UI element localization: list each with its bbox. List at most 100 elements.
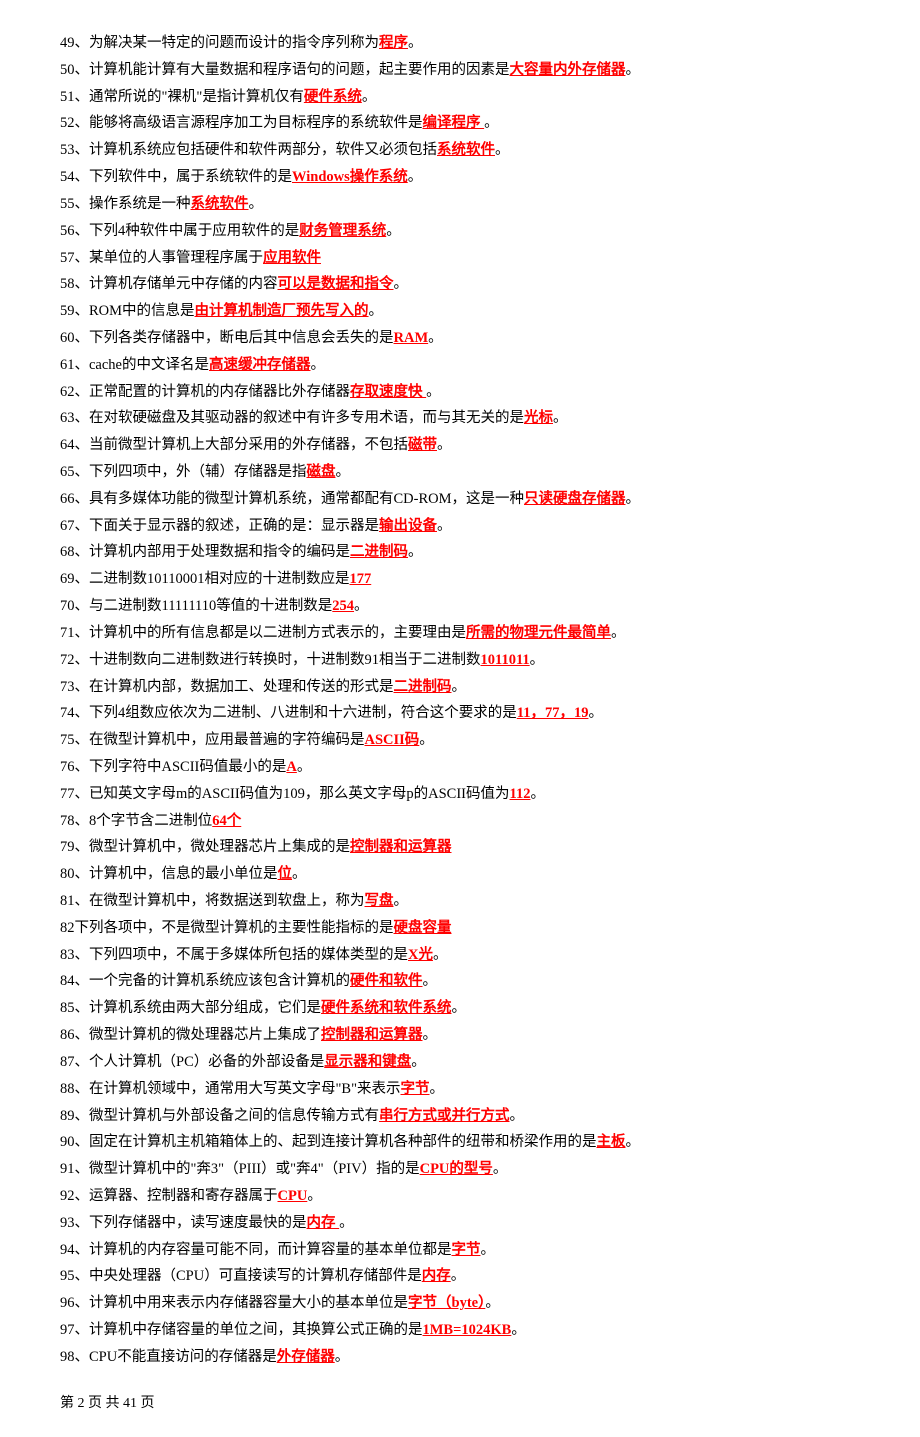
answer-text: A	[286, 759, 296, 775]
answer-text: 显示器和键盘	[324, 1054, 411, 1070]
question-suffix: 。	[394, 893, 409, 909]
question-item: 52、能够将高级语言源程序加工为目标程序的系统软件是编译程序 。	[60, 110, 860, 137]
question-list: 49、为解决某一特定的问题而设计的指令序列称为程序。50、计算机能计算有大量数据…	[60, 30, 860, 1371]
question-item: 61、cache的中文译名是高速缓冲存储器。	[60, 352, 860, 379]
answer-text: RAM	[394, 330, 429, 346]
answer-text: 串行方式或并行方式	[379, 1108, 510, 1124]
question-item: 90、固定在计算机主机箱箱体上的、起到连接计算机各种部件的纽带和桥梁作用的是主板…	[60, 1129, 860, 1156]
question-item: 68、计算机内部用于处理数据和指令的编码是二进制码。	[60, 539, 860, 566]
question-text: 71、计算机中的所有信息都是以二进制方式表示的，主要理由是	[60, 625, 466, 641]
question-suffix: 。	[495, 142, 510, 158]
question-text: 87、个人计算机（PC）必备的外部设备是	[60, 1054, 324, 1070]
answer-text: 字节（byte）	[408, 1295, 485, 1311]
question-suffix: 。	[493, 1161, 508, 1177]
question-item: 79、微型计算机中，微处理器芯片上集成的是控制器和运算器	[60, 834, 860, 861]
question-item: 67、下面关于显示器的叙述，正确的是：显示器是输出设备。	[60, 513, 860, 540]
question-suffix: 。	[484, 115, 499, 131]
question-suffix: 。	[369, 303, 384, 319]
question-text: 50、计算机能计算有大量数据和程序语句的问题，起主要作用的因素是	[60, 62, 510, 78]
question-text: 91、微型计算机中的"奔3"（PIII）或"奔4"（PIV）指的是	[60, 1161, 420, 1177]
question-text: 80、计算机中，信息的最小单位是	[60, 866, 278, 882]
answer-text: 硬件系统	[304, 89, 362, 105]
answer-text: 1011011	[481, 652, 530, 668]
answer-text: 控制器和运算器	[350, 839, 452, 855]
question-item: 51、通常所说的"裸机"是指计算机仅有硬件系统。	[60, 84, 860, 111]
question-item: 87、个人计算机（PC）必备的外部设备是显示器和键盘。	[60, 1049, 860, 1076]
question-text: 54、下列软件中，属于系统软件的是	[60, 169, 292, 185]
answer-text: 字节	[401, 1081, 430, 1097]
answer-text: 程序	[379, 35, 408, 51]
question-item: 82下列各项中，不是微型计算机的主要性能指标的是硬盘容量	[60, 915, 860, 942]
answer-text: 输出设备	[379, 518, 437, 534]
question-suffix: 。	[394, 276, 409, 292]
question-item: 89、微型计算机与外部设备之间的信息传输方式有串行方式或并行方式。	[60, 1103, 860, 1130]
question-item: 66、具有多媒体功能的微型计算机系统，通常都配有CD-ROM，这是一种只读硬盘存…	[60, 486, 860, 513]
answer-text: 112	[510, 786, 531, 802]
question-item: 80、计算机中，信息的最小单位是位。	[60, 861, 860, 888]
answer-text: CPU	[278, 1188, 308, 1204]
question-text: 57、某单位的人事管理程序属于	[60, 250, 263, 266]
question-item: 54、下列软件中，属于系统软件的是Windows操作系统。	[60, 164, 860, 191]
question-text: 89、微型计算机与外部设备之间的信息传输方式有	[60, 1108, 379, 1124]
question-suffix: 。	[336, 464, 351, 480]
question-text: 68、计算机内部用于处理数据和指令的编码是	[60, 544, 350, 560]
question-item: 49、为解决某一特定的问题而设计的指令序列称为程序。	[60, 30, 860, 57]
question-text: 55、操作系统是一种	[60, 196, 191, 212]
question-suffix: 。	[437, 437, 452, 453]
question-suffix: 。	[626, 62, 641, 78]
question-item: 97、计算机中存储容量的单位之间，其换算公式正确的是1MB=1024KB。	[60, 1317, 860, 1344]
question-text: 85、计算机系统由两大部分组成，它们是	[60, 1000, 321, 1016]
question-text: 77、已知英文字母m的ASCII码值为109，那么英文字母p的ASCII码值为	[60, 786, 510, 802]
question-suffix: 。	[430, 1081, 445, 1097]
question-suffix: 。	[437, 518, 452, 534]
question-suffix: 。	[452, 679, 467, 695]
question-text: 86、微型计算机的微处理器芯片上集成了	[60, 1027, 321, 1043]
question-item: 72、十进制数向二进制数进行转换时，十进制数91相当于二进制数1011011。	[60, 647, 860, 674]
answer-text: 存取速度快	[350, 384, 426, 400]
question-item: 84、一个完备的计算机系统应该包含计算机的硬件和软件。	[60, 968, 860, 995]
question-item: 55、操作系统是一种系统软件。	[60, 191, 860, 218]
answer-text: 磁带	[408, 437, 437, 453]
question-suffix: 。	[481, 1242, 496, 1258]
question-item: 58、计算机存储单元中存储的内容可以是数据和指令。	[60, 271, 860, 298]
question-suffix: 。	[307, 1188, 322, 1204]
answer-text: 编译程序	[423, 115, 485, 131]
question-text: 76、下列字符中ASCII码值最小的是	[60, 759, 286, 775]
question-text: 73、在计算机内部，数据加工、处理和传送的形式是	[60, 679, 394, 695]
question-text: 69、二进制数10110001相对应的十进制数应是	[60, 571, 349, 587]
question-text: 49、为解决某一特定的问题而设计的指令序列称为	[60, 35, 379, 51]
answer-text: 位	[278, 866, 293, 882]
answer-text: 大容量内外存储器	[510, 62, 626, 78]
question-suffix: 。	[428, 330, 443, 346]
question-text: 72、十进制数向二进制数进行转换时，十进制数91相当于二进制数	[60, 652, 481, 668]
question-suffix: 。	[485, 1295, 500, 1311]
answer-text: Windows操作系统	[292, 169, 408, 185]
answer-text: 系统软件	[191, 196, 249, 212]
question-text: 92、运算器、控制器和寄存器属于	[60, 1188, 278, 1204]
question-item: 59、ROM中的信息是由计算机制造厂预先写入的。	[60, 298, 860, 325]
question-suffix: 。	[553, 410, 568, 426]
question-text: 84、一个完备的计算机系统应该包含计算机的	[60, 973, 350, 989]
question-text: 65、下列四项中，外（辅）存储器是指	[60, 464, 307, 480]
answer-text: 64个	[212, 813, 241, 829]
question-suffix: 。	[510, 1108, 525, 1124]
question-suffix: 。	[335, 1349, 350, 1365]
answer-text: 财务管理系统	[299, 223, 386, 239]
question-text: 58、计算机存储单元中存储的内容	[60, 276, 278, 292]
question-suffix: 。	[588, 705, 603, 721]
question-text: 97、计算机中存储容量的单位之间，其换算公式正确的是	[60, 1322, 423, 1338]
question-suffix: 。	[530, 652, 545, 668]
question-text: 78、8个字节含二进制位	[60, 813, 212, 829]
question-suffix: 。	[626, 491, 641, 507]
question-item: 83、下列四项中，不属于多媒体所包括的媒体类型的是X光。	[60, 942, 860, 969]
answer-text: 内存	[422, 1268, 451, 1284]
question-text: 60、下列各类存储器中，断电后其中信息会丢失的是	[60, 330, 394, 346]
question-text: 90、固定在计算机主机箱箱体上的、起到连接计算机各种部件的纽带和桥梁作用的是	[60, 1134, 597, 1150]
question-text: 52、能够将高级语言源程序加工为目标程序的系统软件是	[60, 115, 423, 131]
question-suffix: 。	[362, 89, 377, 105]
question-text: 82下列各项中，不是微型计算机的主要性能指标的是	[60, 920, 394, 936]
question-text: 53、计算机系统应包括硬件和软件两部分，软件又必须包括	[60, 142, 437, 158]
question-suffix: 。	[339, 1215, 354, 1231]
answer-text: 254	[332, 598, 354, 614]
question-item: 62、正常配置的计算机的内存储器比外存储器存取速度快 。	[60, 379, 860, 406]
